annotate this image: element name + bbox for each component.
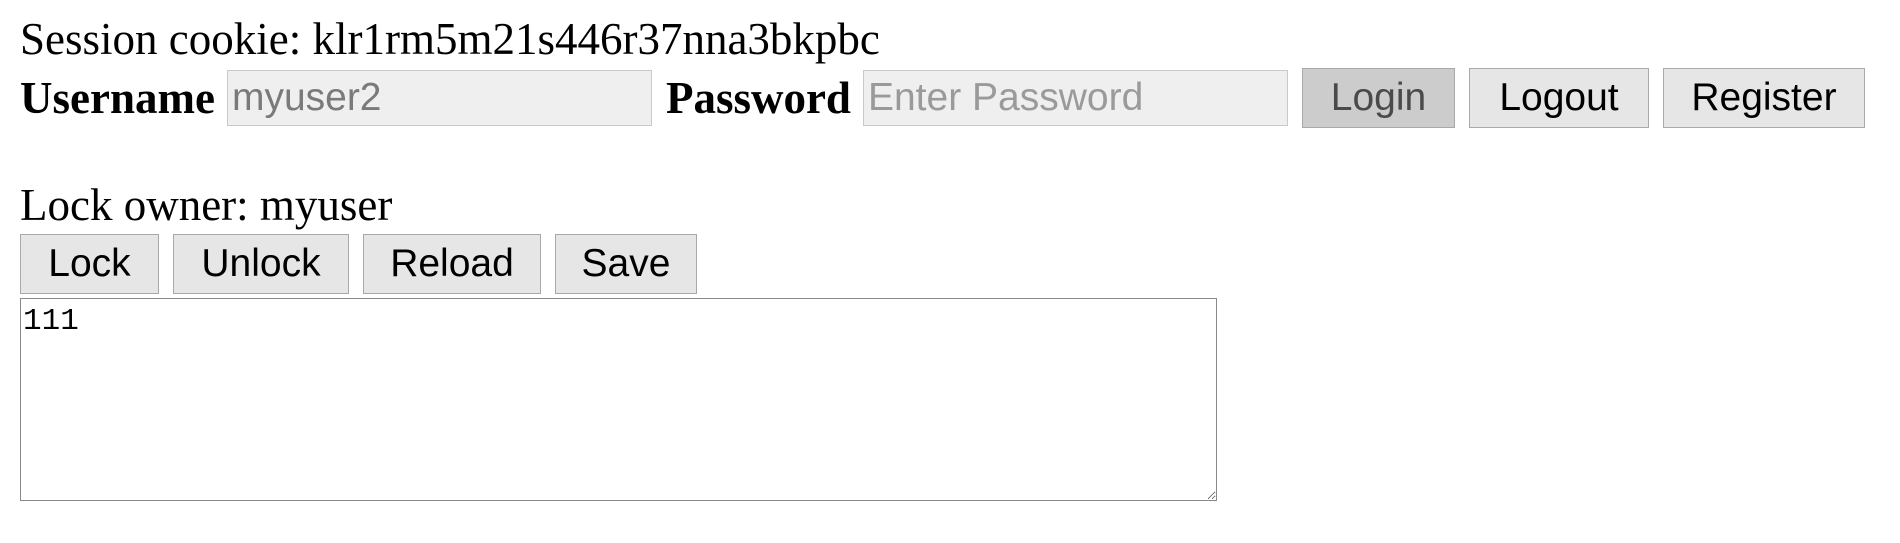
reload-button[interactable]: Reload (363, 234, 541, 294)
logout-button[interactable]: Logout (1468, 68, 1649, 128)
session-cookie-value: klr1rm5m21s446r37nna3bkpbc (312, 14, 880, 64)
document-editor[interactable]: 111 (20, 298, 1217, 501)
login-button[interactable]: Login (1301, 68, 1455, 128)
auth-form: Username Password Login Logout Register (20, 68, 1865, 128)
register-button[interactable]: Register (1662, 68, 1865, 128)
session-cookie-label: Session cookie: (20, 14, 302, 64)
password-label: Password (665, 73, 851, 123)
document-toolbar: Lock Unlock Reload Save (20, 234, 711, 294)
password-input[interactable] (862, 70, 1288, 126)
username-label: Username (20, 73, 215, 123)
save-button[interactable]: Save (555, 234, 697, 294)
session-cookie-line: Session cookie: klr1rm5m21s446r37nna3bkp… (20, 12, 880, 66)
lock-owner-value: myuser (259, 180, 393, 230)
unlock-button[interactable]: Unlock (173, 234, 349, 294)
lock-owner-label: Lock owner: (20, 180, 249, 230)
lock-owner-line: Lock owner: myuser (20, 178, 392, 232)
lock-button[interactable]: Lock (20, 234, 159, 294)
username-input[interactable] (226, 70, 652, 126)
